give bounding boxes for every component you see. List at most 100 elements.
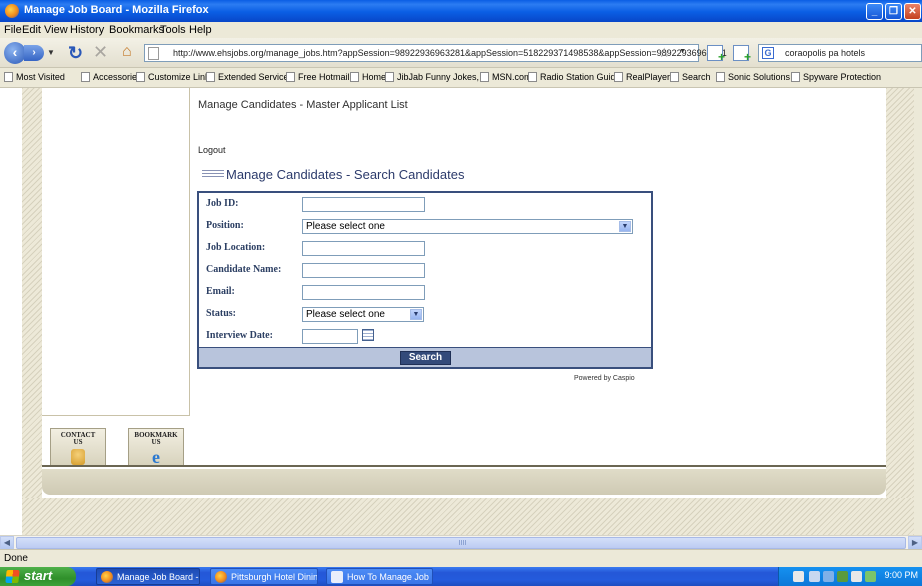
taskbar-item-firefox-2[interactable]: Pittsburgh Hotel Dinin... bbox=[210, 568, 318, 585]
email-label: Email: bbox=[206, 286, 235, 297]
address-bar[interactable]: http://www.ehsjobs.org/manage_jobs.htm?a… bbox=[144, 44, 727, 62]
menu-edit[interactable]: Edit bbox=[22, 24, 41, 36]
scrollbar-grip bbox=[459, 540, 467, 545]
status-text: Done bbox=[4, 553, 28, 564]
chevron-down-icon[interactable]: ▼ bbox=[410, 309, 422, 320]
page-icon bbox=[148, 47, 159, 60]
help-icon[interactable] bbox=[793, 571, 804, 582]
horizontal-scrollbar[interactable]: ◀ ▶ bbox=[0, 535, 922, 550]
form-submit-bar: Search bbox=[199, 347, 651, 367]
bookmark-star-icon[interactable]: ☆ bbox=[658, 45, 670, 61]
menu-bookmarks[interactable]: Bookmarks bbox=[109, 24, 164, 36]
contact-us-button[interactable]: CONTACT US bbox=[50, 428, 106, 466]
menu-file[interactable]: File bbox=[4, 24, 22, 36]
search-button[interactable]: Search bbox=[400, 351, 451, 365]
position-select[interactable]: Please select one ▼ bbox=[302, 219, 633, 234]
bookmark-us-button[interactable]: BOOKMARK US e bbox=[128, 428, 184, 466]
tray-status-icon[interactable] bbox=[865, 571, 876, 582]
email-input[interactable] bbox=[302, 285, 425, 300]
menu-help[interactable]: Help bbox=[189, 24, 212, 36]
bookmark-item[interactable]: JibJab Funny Jokes, ... bbox=[385, 72, 489, 82]
internet-explorer-icon: e bbox=[152, 447, 160, 467]
minimize-button[interactable]: _ bbox=[866, 3, 883, 20]
bookmark-item[interactable]: Free Hotmail bbox=[286, 72, 350, 82]
url-text[interactable]: http://www.ehsjobs.org/manage_jobs.htm?a… bbox=[173, 48, 727, 58]
job-location-label: Job Location: bbox=[206, 242, 266, 253]
tray-icon[interactable] bbox=[809, 571, 820, 582]
bookmark-item[interactable]: Customize Links bbox=[136, 72, 214, 82]
job-id-input[interactable] bbox=[302, 197, 425, 212]
firefox-icon bbox=[5, 4, 19, 18]
bookmark-page-icon bbox=[716, 72, 725, 82]
bookmark-item[interactable]: Sonic Solutions bbox=[716, 72, 790, 82]
status-label: Status: bbox=[206, 308, 237, 319]
search-value[interactable]: coraopolis pa hotels bbox=[785, 48, 865, 58]
clock: 9:00 PM bbox=[884, 570, 918, 580]
page-title: Manage Candidates - Master Applicant Lis… bbox=[198, 99, 408, 111]
bookmarks-toolbar: Most Visited Accessories Customize Links… bbox=[0, 68, 922, 88]
left-sidebar bbox=[42, 88, 190, 416]
bookmark-item[interactable]: RealPlayer bbox=[614, 72, 670, 82]
windows-logo-icon bbox=[5, 570, 20, 583]
start-button[interactable]: start bbox=[0, 567, 76, 586]
bookmark-item[interactable]: Accessories bbox=[81, 72, 142, 82]
form-row-job-id: Job ID: bbox=[199, 195, 651, 217]
history-dropdown-icon[interactable]: ▼ bbox=[47, 48, 55, 57]
forward-arrow-icon[interactable]: › bbox=[24, 45, 44, 61]
taskbar-item-firefox[interactable]: Manage Job Board - ... bbox=[96, 568, 200, 585]
bookmark-page-icon bbox=[528, 72, 537, 82]
menu-tools[interactable]: Tools bbox=[160, 24, 186, 36]
bookmark-page-icon bbox=[791, 72, 800, 82]
interview-date-input[interactable] bbox=[302, 329, 358, 344]
chevron-down-icon[interactable]: ▼ bbox=[619, 221, 631, 232]
job-location-input[interactable] bbox=[302, 241, 425, 256]
window-title: Manage Job Board - Mozilla Firefox bbox=[24, 4, 209, 16]
content-viewport: CONTACT US BOOKMARK US e Manage Candidat… bbox=[0, 88, 914, 535]
bookmark-item[interactable]: MSN.com bbox=[480, 72, 532, 82]
bookmark-item[interactable]: Extended Service bbox=[206, 72, 289, 82]
candidate-name-input[interactable] bbox=[302, 263, 425, 278]
stop-icon[interactable]: ✕ bbox=[93, 42, 108, 63]
add-bookmark-icon[interactable] bbox=[707, 45, 725, 64]
position-label: Position: bbox=[206, 220, 244, 231]
bookmark-item[interactable]: Search bbox=[670, 72, 711, 82]
url-dropdown-icon[interactable]: ▼ bbox=[679, 48, 686, 55]
add-page-icon[interactable] bbox=[733, 45, 751, 64]
close-button[interactable]: ✕ bbox=[904, 3, 921, 20]
page-footer-strip bbox=[42, 465, 886, 495]
navigation-toolbar: ‹ › ▼ ↻ ✕ ⌂ http://www.ehsjobs.org/manag… bbox=[0, 38, 922, 68]
title-lines-icon bbox=[202, 170, 224, 177]
bookmark-page-icon bbox=[350, 72, 359, 82]
google-search-icon[interactable]: G bbox=[762, 47, 774, 59]
volume-icon[interactable] bbox=[851, 571, 862, 582]
form-row-position: Position: Please select one ▼ bbox=[199, 217, 651, 239]
powered-by-caspio[interactable]: Powered by Caspio bbox=[574, 375, 635, 382]
home-icon[interactable]: ⌂ bbox=[122, 43, 132, 61]
network-icon[interactable] bbox=[823, 571, 834, 582]
bookmark-item[interactable]: Radio Station Guide bbox=[528, 72, 621, 82]
security-icon[interactable] bbox=[837, 571, 848, 582]
document-icon bbox=[331, 571, 343, 583]
bookmark-item[interactable]: Most Visited bbox=[4, 72, 65, 82]
bookmark-page-icon bbox=[81, 72, 90, 82]
calendar-icon[interactable] bbox=[362, 329, 374, 341]
menu-view[interactable]: View bbox=[44, 24, 68, 36]
job-id-label: Job ID: bbox=[206, 198, 239, 209]
menu-bar: File Edit View History Bookmarks Tools H… bbox=[0, 22, 922, 38]
bookmark-page-icon bbox=[286, 72, 295, 82]
maximize-button[interactable]: ❐ bbox=[885, 3, 902, 20]
reload-icon[interactable]: ↻ bbox=[68, 43, 83, 64]
search-box[interactable]: G coraopolis pa hotels bbox=[758, 44, 922, 62]
taskbar-item-document[interactable]: How To Manage Job ... bbox=[326, 568, 433, 585]
bookmark-page-icon bbox=[136, 72, 145, 82]
back-arrow-icon[interactable]: ‹ bbox=[4, 42, 26, 64]
scroll-left-icon[interactable]: ◀ bbox=[0, 536, 14, 550]
scroll-right-icon[interactable]: ▶ bbox=[908, 536, 922, 550]
status-select[interactable]: Please select one ▼ bbox=[302, 307, 424, 322]
bookmark-page-icon bbox=[670, 72, 679, 82]
form-row-interview-date: Interview Date: bbox=[199, 327, 651, 349]
logout-link[interactable]: Logout bbox=[198, 145, 226, 155]
menu-history[interactable]: History bbox=[70, 24, 104, 36]
bookmark-item[interactable]: Spyware Protection bbox=[791, 72, 881, 82]
bookmark-item[interactable]: Home bbox=[350, 72, 386, 82]
